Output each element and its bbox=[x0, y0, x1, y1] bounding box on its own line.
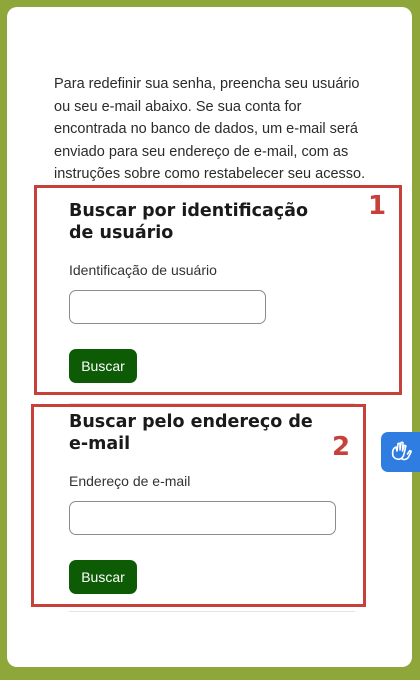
username-search-button[interactable]: Buscar bbox=[69, 349, 137, 383]
username-field-label: Identificação de usuário bbox=[69, 262, 217, 278]
reset-password-card: Para redefinir sua senha, preencha seu u… bbox=[7, 7, 412, 667]
email-search-button[interactable]: Buscar bbox=[69, 560, 137, 594]
annotation-number-2: 2 bbox=[332, 432, 351, 462]
username-input[interactable] bbox=[69, 290, 266, 324]
sign-language-hands-icon bbox=[391, 441, 412, 461]
section-divider-bottom bbox=[69, 611, 355, 612]
annotation-number-1: 1 bbox=[368, 191, 387, 221]
email-input[interactable] bbox=[69, 501, 336, 535]
section-divider bbox=[69, 403, 355, 404]
email-field-label: Endereço de e-mail bbox=[69, 473, 191, 489]
instructions-text: Para redefinir sua senha, preencha seu u… bbox=[54, 76, 366, 182]
accessibility-widget-button[interactable] bbox=[381, 432, 420, 472]
username-section-title: Buscar por identificação de usuário bbox=[69, 201, 308, 243]
email-section-title: Buscar pelo endereço de e-mail bbox=[69, 412, 313, 454]
